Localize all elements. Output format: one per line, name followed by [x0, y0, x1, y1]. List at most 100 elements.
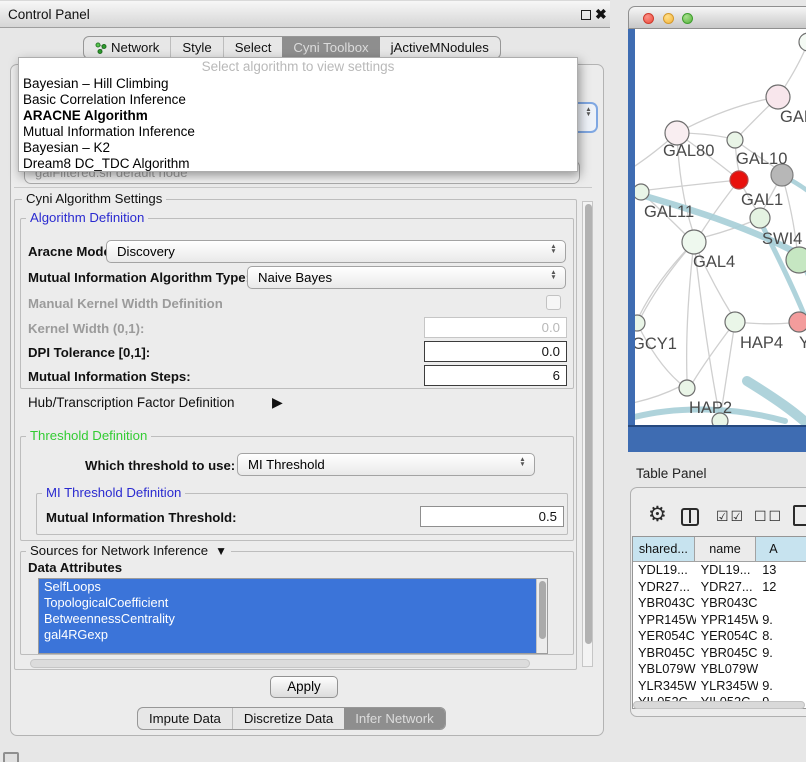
traffic-light-minimize-icon[interactable] [663, 13, 674, 24]
attribute-item-gal4rgexp[interactable]: gal4RGexp [39, 627, 547, 643]
attribute-item-selfloops[interactable]: SelfLoops [39, 579, 547, 595]
network-node[interactable] [750, 208, 770, 228]
collapse-down-triangle-icon[interactable]: ▼ [212, 544, 227, 558]
table-cell[interactable]: YLR345W [633, 678, 696, 695]
attributes-scrollbar[interactable] [536, 579, 547, 653]
network-node[interactable] [725, 312, 745, 332]
table-cell[interactable]: YBL079W [696, 661, 759, 678]
tab-discretize-data[interactable]: Discretize Data [232, 708, 344, 729]
table-cell[interactable] [758, 661, 806, 678]
float-window-icon[interactable] [581, 10, 591, 20]
traffic-light-zoom-icon[interactable] [682, 13, 693, 24]
apply-button[interactable]: Apply [270, 676, 338, 698]
attributes-list[interactable]: SelfLoopsTopologicalCoefficientBetweenne… [38, 578, 548, 654]
network-node[interactable] [766, 85, 790, 109]
table-cell[interactable] [758, 595, 806, 612]
tab-impute-data[interactable]: Impute Data [138, 708, 232, 729]
column-header-a[interactable]: A [756, 537, 806, 561]
network-node[interactable] [799, 33, 806, 51]
minimized-panel-icon[interactable] [3, 752, 19, 762]
checked-columns-icon[interactable]: ☑☑ [716, 508, 745, 525]
attribute-item-partial[interactable] [39, 643, 547, 653]
network-edge[interactable] [679, 97, 778, 132]
column-header-shared[interactable]: shared... [633, 537, 695, 561]
attribute-item-topologicalcoefficient[interactable]: TopologicalCoefficient [39, 595, 547, 611]
algorithm-option-bayesian-k2[interactable]: Bayesian – K2 [19, 140, 577, 156]
network-node[interactable] [789, 312, 806, 332]
traffic-light-close-icon[interactable] [643, 13, 654, 24]
algorithm-option-bayesian-hill-climbing[interactable]: Bayesian – Hill Climbing [19, 76, 577, 92]
table-row[interactable]: YBR043CYBR043C [633, 595, 806, 612]
table-row[interactable]: YDL19...YDL19...13 [633, 562, 806, 579]
table-cell[interactable]: YBR043C [633, 595, 696, 612]
table-cell[interactable]: YER054C [633, 628, 696, 645]
table-cell[interactable]: YBR045C [696, 645, 759, 662]
attribute-item-betweennesscentrality[interactable]: BetweennessCentrality [39, 611, 547, 627]
network-edge[interactable] [637, 323, 681, 384]
column-header-name[interactable]: name [695, 537, 757, 561]
tab-cyni-toolbox[interactable]: Cyni Toolbox [282, 37, 379, 58]
table-row[interactable]: YLR345WYLR345W9. [633, 678, 806, 695]
table-cell[interactable]: YDL19... [633, 562, 696, 579]
algorithm-option-aracne-algorithm[interactable]: ARACNE Algorithm [19, 108, 577, 124]
tab-network[interactable]: Network [84, 37, 170, 58]
settings-scrollbar-thumb[interactable] [585, 204, 592, 644]
close-icon[interactable]: ✖ [595, 6, 607, 23]
mi-threshold-field[interactable]: 0.5 [420, 506, 564, 527]
network-edge[interactable] [648, 180, 739, 190]
algorithm-option-dream8-dc-tdc-algorithm[interactable]: Dream8 DC_TDC Algorithm [19, 156, 577, 172]
network-edge[interactable] [693, 322, 735, 382]
table-row[interactable]: YBL079WYBL079W [633, 661, 806, 678]
table-cell[interactable]: 13 [758, 562, 806, 579]
table-cell[interactable]: YBR043C [696, 595, 759, 612]
network-edge[interactable] [641, 242, 694, 317]
table-cell[interactable]: 9. [758, 678, 806, 695]
table-doc-icon[interactable] [793, 505, 806, 526]
table-hscrollbar[interactable] [633, 701, 805, 709]
mi-type-combo[interactable]: Naive Bayes ▲▼ [247, 266, 566, 289]
network-edge[interactable] [635, 386, 681, 404]
table-cell[interactable]: YLR345W [696, 678, 759, 695]
tab-infer-network[interactable]: Infer Network [344, 708, 444, 729]
table-cell[interactable]: 9. [758, 612, 806, 629]
table-cell[interactable]: YBL079W [633, 661, 696, 678]
tab-jactivemnodules[interactable]: jActiveMNodules [380, 37, 500, 58]
tab-style[interactable]: Style [170, 37, 222, 58]
which-threshold-combo[interactable]: MI Threshold ▲▼ [237, 453, 535, 476]
network-edge[interactable] [635, 242, 694, 349]
table-cell[interactable]: YDR27... [696, 579, 759, 596]
table-cell[interactable]: YPR145W [633, 612, 696, 629]
table-row[interactable]: YPR145WYPR145W9. [633, 612, 806, 629]
table-row[interactable]: YDR27...YDR27...12 [633, 579, 806, 596]
table-row[interactable]: YER054CYER054C8. [633, 628, 806, 645]
expand-right-triangle-icon[interactable]: ▶ [272, 394, 283, 411]
dpi-tolerance-field[interactable]: 0.0 [424, 341, 567, 362]
network-node[interactable] [786, 247, 806, 273]
network-node[interactable] [682, 230, 706, 254]
settings-hscrollbar[interactable] [30, 659, 530, 668]
network-node[interactable] [635, 315, 645, 331]
settings-scrollbar[interactable] [582, 201, 593, 667]
table-cell[interactable]: 12 [758, 579, 806, 596]
attributes-scrollbar-thumb[interactable] [539, 581, 546, 639]
table-cell[interactable]: YDL19... [696, 562, 759, 579]
columns-icon[interactable] [681, 508, 699, 526]
tab-select[interactable]: Select [223, 37, 283, 58]
table-cell[interactable]: YER054C [696, 628, 759, 645]
unchecked-columns-icon[interactable]: ☐☐ [754, 508, 783, 525]
network-node[interactable] [635, 184, 649, 200]
network-node[interactable] [727, 132, 743, 148]
table-cell[interactable]: 9. [758, 645, 806, 662]
table-cell[interactable]: YDR27... [633, 579, 696, 596]
aracne-mode-combo[interactable]: Discovery ▲▼ [106, 240, 566, 263]
algorithm-option-basic-correlation-inference[interactable]: Basic Correlation Inference [19, 92, 577, 108]
network-node[interactable] [679, 380, 695, 396]
algorithm-option-mutual-information-inference[interactable]: Mutual Information Inference [19, 124, 577, 140]
table-cell[interactable]: 8. [758, 628, 806, 645]
gear-icon[interactable]: ⚙ [648, 503, 667, 527]
mi-steps-field[interactable]: 6 [424, 365, 567, 386]
network-canvas[interactable]: GALGAL80GAL10GAL1GAL11SWI4GAL4GCY1HAP4YH… [635, 29, 806, 425]
table-cell[interactable]: YBR045C [633, 645, 696, 662]
table-row[interactable]: YBR045CYBR045C9. [633, 645, 806, 662]
table-cell[interactable]: YPR145W [696, 612, 759, 629]
